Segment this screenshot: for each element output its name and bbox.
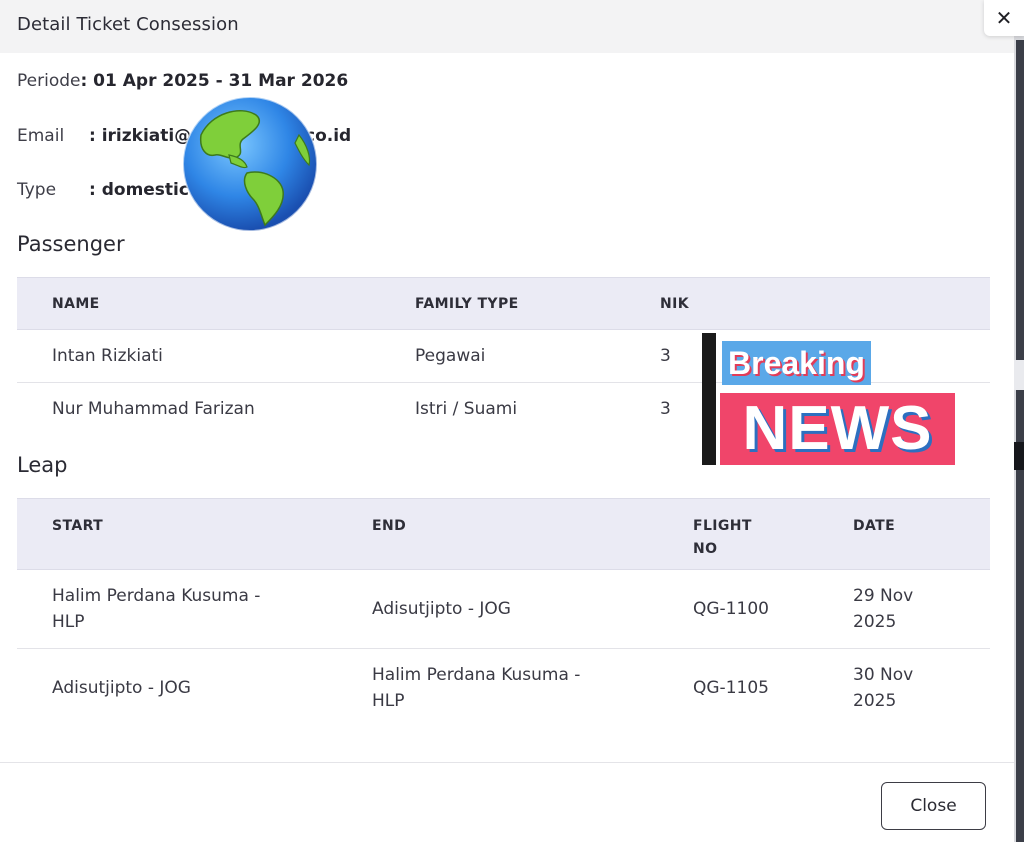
header-end: END: [337, 498, 693, 570]
header-start: START: [17, 498, 337, 570]
footer-divider: [0, 762, 1014, 763]
close-button[interactable]: Close: [881, 782, 986, 830]
passenger-table-header: NAME FAMILY TYPE NIK: [17, 277, 990, 330]
passenger-name: Intan Rizkiati: [17, 329, 415, 383]
table-row: Halim Perdana Kusuma - HLP Adisutjipto -…: [17, 569, 990, 649]
leap-date: 29 Nov 2025: [853, 569, 990, 649]
type-value: : domestic: [89, 180, 189, 200]
leap-date-text: 30 Nov 2025: [853, 665, 914, 711]
email-label: Email: [17, 126, 65, 146]
type-row: Type : domestic: [17, 180, 189, 200]
leap-flight-no: QG-1100: [693, 569, 853, 649]
leap-section-title: Leap: [17, 453, 68, 477]
leap-date: 30 Nov 2025: [853, 649, 990, 728]
leap-date-text: 29 Nov 2025: [853, 586, 914, 632]
leap-end-text: Adisutjipto - JOG: [372, 599, 511, 619]
page-backdrop: [1014, 0, 1024, 842]
breaking-label: Breaking: [722, 341, 871, 385]
close-icon[interactable]: ✕: [984, 0, 1024, 36]
passenger-section-title: Passenger: [17, 232, 125, 256]
header-end-label: END: [372, 518, 407, 534]
leap-end-text: Halim Perdana Kusuma - HLP: [372, 665, 581, 711]
table-row: Adisutjipto - JOG Halim Perdana Kusuma -…: [17, 649, 990, 728]
leap-table: START END FLIGHT NO DATE Halim Perdana K…: [17, 498, 990, 727]
header-date: DATE: [853, 498, 990, 570]
periode-value: : 01 Apr 2025 - 31 Mar 2026: [80, 71, 349, 91]
periode-row: Periode: 01 Apr 2025 - 31 Mar 2026: [17, 71, 348, 91]
backdrop-dark-panel: [1016, 40, 1024, 842]
leap-start: Adisutjipto - JOG: [17, 649, 337, 728]
leap-start: Halim Perdana Kusuma - HLP: [17, 569, 337, 649]
passenger-family-type: Pegawai: [415, 329, 660, 383]
passenger-family-type: Istri / Suami: [415, 399, 518, 419]
breaking-news-sticker: Breaking NEWS: [700, 333, 960, 469]
leap-end: Halim Perdana Kusuma - HLP: [337, 649, 693, 728]
page: Detail Ticket Consession Periode: 01 Apr…: [0, 0, 1024, 842]
passenger-name: Nur Muhammad Farizan: [52, 399, 255, 419]
type-label: Type: [17, 180, 57, 200]
news-label: NEWS: [720, 393, 955, 465]
leap-table-header: START END FLIGHT NO DATE: [17, 498, 990, 570]
header-name: NAME: [17, 277, 415, 330]
backdrop-fragment: [1014, 360, 1024, 390]
leap-start-text: Halim Perdana Kusuma - HLP: [52, 586, 261, 632]
backdrop-fragment: [1014, 442, 1024, 470]
header-family-type: FAMILY TYPE: [415, 277, 660, 330]
header-flight-no-label: FLIGHT NO: [693, 518, 752, 557]
header-flight-no: FLIGHT NO: [693, 498, 853, 570]
header-nik: NIK: [660, 277, 990, 330]
email-row: Email : irizkiati@: [17, 126, 191, 146]
modal-header: Detail Ticket Consession: [0, 0, 1014, 53]
leap-flight-no: QG-1105: [693, 678, 769, 698]
leap-end: Adisutjipto - JOG: [337, 569, 693, 649]
leap-start-text: Adisutjipto - JOG: [52, 678, 191, 698]
email-value: : irizkiati@: [89, 126, 192, 146]
globe-icon: [182, 96, 318, 232]
sticker-bar: [702, 333, 716, 465]
periode-label: Periode: [17, 71, 81, 91]
modal-title: Detail Ticket Consession: [17, 14, 239, 35]
